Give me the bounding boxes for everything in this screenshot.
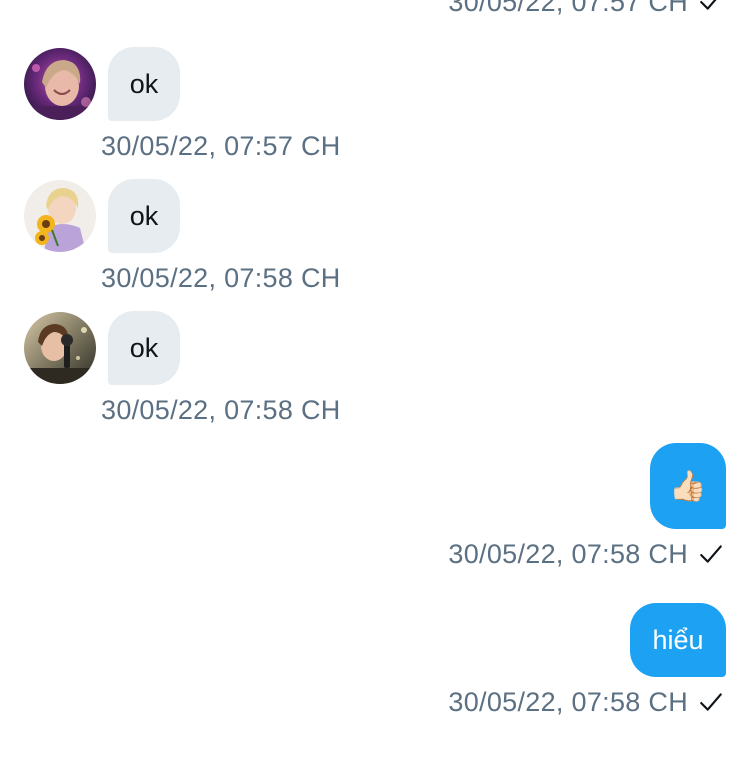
message-bubble[interactable]: ok [108,311,180,385]
checkmark-icon [700,693,722,711]
user-avatar[interactable] [24,180,96,252]
checkmark-icon [700,0,717,10]
user-avatar[interactable] [24,48,96,120]
message-timestamp: 30/05/22, 07:58 CH [101,395,341,425]
avatar-image [24,180,96,252]
message-bubble[interactable]: ok [108,47,180,121]
message-timestamp: 30/05/22, 07:58 CH [448,687,688,717]
message-timestamp: 30/05/22, 07:58 CH [101,263,341,293]
user-avatar[interactable] [24,312,96,384]
message-bubble[interactable]: ok [108,179,180,253]
checkmark-icon [700,545,722,563]
message-timestamp: 30/05/22, 07:57 CH [101,131,341,161]
message-bubble[interactable]: 👍🏻 [650,443,726,529]
avatar-image [24,48,96,120]
avatar-image [24,312,96,384]
message-timestamp: 30/05/22, 07:57 CH [448,0,688,17]
message-timestamp: 30/05/22, 07:58 CH [448,539,688,569]
message-bubble[interactable]: hiểu [630,603,726,677]
